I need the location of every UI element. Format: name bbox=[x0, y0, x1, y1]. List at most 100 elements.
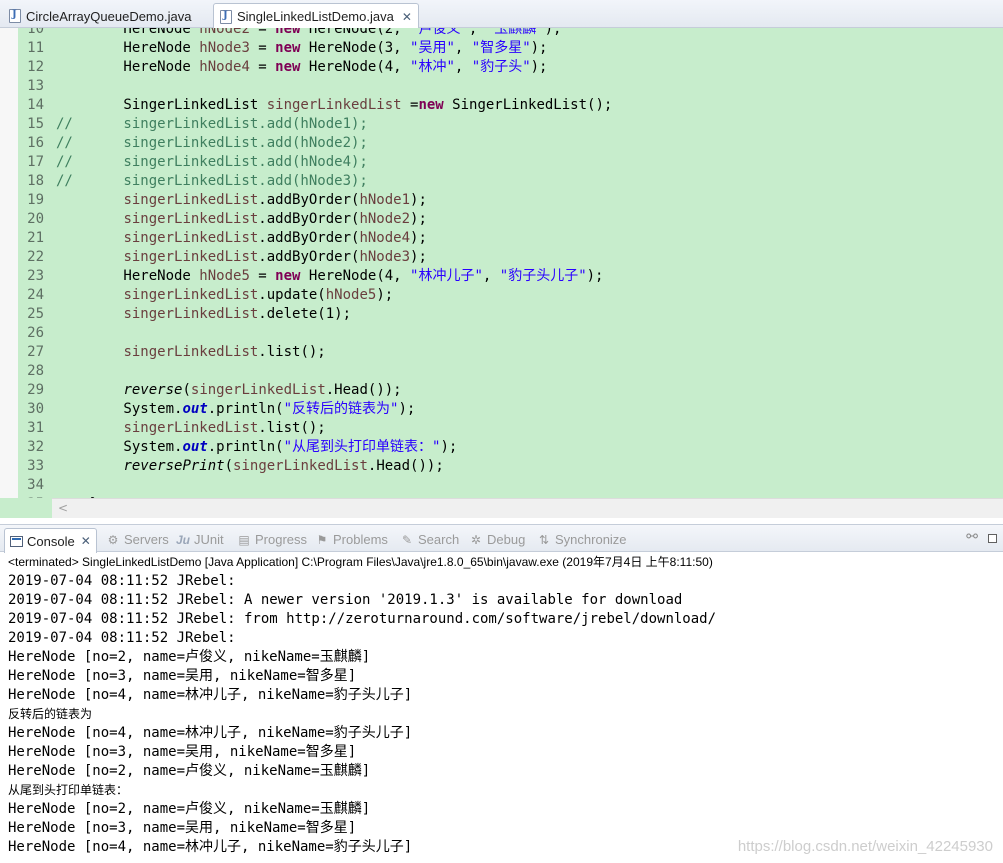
tab-problems[interactable]: ⚑ Problems bbox=[315, 528, 388, 551]
code-token: ); bbox=[410, 249, 427, 265]
code-editor[interactable]: 10 11 12 13 14 15 16 17 18 19 20 21 22 23 24 25 26 27 28 29… bbox=[0, 28, 1003, 498]
code-token: System. bbox=[56, 439, 183, 455]
code-token: reversePrint bbox=[123, 458, 225, 474]
code-token: ); bbox=[586, 268, 604, 284]
code-token: .addByOrder( bbox=[258, 192, 360, 208]
code-token: HereNode bbox=[56, 28, 200, 37]
code-line: System.out.println("从尾到头打印单链表："); bbox=[56, 438, 457, 457]
code-token: ); bbox=[440, 439, 458, 455]
code-token: new bbox=[275, 40, 301, 56]
code-token: .Head()); bbox=[325, 382, 402, 398]
code-token: hNode4 bbox=[199, 59, 250, 75]
tab-label: Debug bbox=[487, 532, 526, 547]
line-number: 16 bbox=[27, 135, 44, 151]
code-token: "从尾到头打印单链表：" bbox=[283, 439, 441, 455]
code-token: // singerLinkedList.add(hNode3); bbox=[56, 173, 368, 189]
line-number: 12 bbox=[27, 59, 44, 75]
tab-label: Progress bbox=[255, 532, 308, 547]
console-output-line: 从尾到头打印单链表： bbox=[8, 783, 129, 797]
code-token: // singerLinkedList.add(hNode1); bbox=[56, 116, 368, 132]
java-file-icon bbox=[9, 9, 21, 23]
code-token: ); bbox=[410, 192, 427, 208]
code-token: "豹子头儿子" bbox=[499, 268, 587, 284]
line-number: 11 bbox=[27, 40, 44, 56]
problems-icon: ⚑ bbox=[316, 532, 328, 547]
tab-debug[interactable]: ✲ Debug bbox=[469, 528, 525, 551]
code-line: HereNode hNode4 = new HereNode(4, "林冲", … bbox=[56, 58, 547, 77]
link-icon[interactable]: ⚯ bbox=[966, 529, 978, 545]
console-view-tab-bar: Console ✕ ⚙ Servers Ju JUnit ▤ Progress … bbox=[0, 524, 1003, 553]
code-token: "吴用" bbox=[410, 40, 455, 56]
code-token: hNode2 bbox=[199, 28, 250, 37]
code-line: // singerLinkedList.add(hNode3); bbox=[56, 172, 368, 191]
code-line: // singerLinkedList.add(hNode2); bbox=[56, 134, 368, 153]
scroll-left-arrow-icon[interactable]: < bbox=[58, 501, 68, 515]
close-icon[interactable]: ✕ bbox=[402, 10, 412, 24]
tab-label: JUnit bbox=[194, 532, 224, 547]
code-line: singerLinkedList.delete(1); bbox=[56, 305, 351, 324]
code-token: "卢俊义" bbox=[410, 28, 469, 37]
code-token: = bbox=[249, 40, 276, 56]
debug-icon: ✲ bbox=[470, 532, 482, 547]
close-icon[interactable]: ✕ bbox=[81, 534, 91, 548]
code-line: singerLinkedList.addByOrder(hNode4); bbox=[56, 229, 426, 248]
code-token: , bbox=[454, 59, 472, 75]
horizontal-scrollbar[interactable]: < bbox=[52, 498, 1003, 518]
code-token: hNode3 bbox=[199, 40, 250, 56]
code-token: , bbox=[482, 268, 500, 284]
tab-single-linked-list-demo[interactable]: SingleLinkedListDemo.java ✕ bbox=[213, 3, 419, 29]
code-token: singerLinkedList bbox=[123, 287, 259, 303]
code-token: .list(); bbox=[258, 344, 326, 360]
code-token: singerLinkedList bbox=[123, 230, 259, 246]
code-token: .update( bbox=[258, 287, 326, 303]
console-output-line: 2019-07-04 08:11:52 JRebel: bbox=[8, 630, 236, 646]
code-token: hNode2 bbox=[359, 211, 411, 227]
tab-junit[interactable]: Ju JUnit bbox=[176, 528, 224, 551]
tab-label: Servers bbox=[124, 532, 169, 547]
code-line: singerLinkedList.list(); bbox=[56, 419, 325, 438]
code-line: System.out.println("反转后的链表为"); bbox=[56, 400, 415, 419]
console-output[interactable]: 2019-07-04 08:11:52 JRebel: 2019-07-04 08… bbox=[8, 572, 1003, 863]
line-number: 20 bbox=[27, 211, 44, 227]
console-toolbar: ⚯ bbox=[966, 529, 997, 545]
code-line: singerLinkedList.addByOrder(hNode2); bbox=[56, 210, 426, 229]
code-token: new bbox=[275, 59, 301, 75]
code-token: HereNode(4, bbox=[300, 268, 411, 284]
code-token: singerLinkedList bbox=[190, 382, 326, 398]
line-number: 25 bbox=[27, 306, 44, 322]
code-token: .println( bbox=[207, 401, 284, 417]
tab-circle-array-queue-demo[interactable]: CircleArrayQueueDemo.java bbox=[2, 3, 198, 28]
code-line: HereNode hNode2 = new HereNode(2, "卢俊义",… bbox=[56, 28, 561, 39]
line-number-gutter: 10 11 12 13 14 15 16 17 18 19 20 21 22 23 24 25 26 27 28 29… bbox=[18, 28, 52, 498]
minimize-view-icon[interactable] bbox=[988, 533, 997, 543]
code-token: "豹子头" bbox=[471, 59, 531, 75]
tab-servers[interactable]: ⚙ Servers bbox=[106, 528, 169, 551]
code-token: .addByOrder( bbox=[258, 230, 360, 246]
code-token: , bbox=[454, 40, 472, 56]
tab-progress[interactable]: ▤ Progress bbox=[237, 528, 307, 551]
code-token: new bbox=[418, 97, 444, 113]
code-token: , bbox=[468, 28, 486, 37]
code-text-area[interactable]: HereNode hNode2 = new HereNode(2, "卢俊义",… bbox=[52, 28, 1003, 498]
tab-console[interactable]: Console ✕ bbox=[4, 528, 97, 553]
code-line: singerLinkedList.list(); bbox=[56, 343, 326, 362]
code-token: singerLinkedList bbox=[123, 192, 259, 208]
code-token: "玉麒麟" bbox=[485, 28, 545, 37]
line-number: 29 bbox=[27, 382, 44, 398]
synchronize-icon: ⇅ bbox=[538, 532, 550, 547]
code-token: = bbox=[401, 97, 419, 113]
code-token: hNode5 bbox=[199, 268, 250, 284]
console-process-status: <terminated> SingleLinkedListDemo [Java … bbox=[8, 555, 713, 569]
code-token: ( bbox=[224, 458, 234, 474]
tab-search[interactable]: ✎ Search bbox=[400, 528, 459, 551]
tab-label: Console bbox=[27, 533, 75, 549]
code-token: ); bbox=[398, 401, 416, 417]
console-icon bbox=[10, 535, 23, 547]
tab-synchronize[interactable]: ⇅ Synchronize bbox=[537, 528, 627, 551]
code-line: reverse(singerLinkedList.Head()); bbox=[56, 381, 402, 400]
line-number: 34 bbox=[27, 477, 44, 493]
